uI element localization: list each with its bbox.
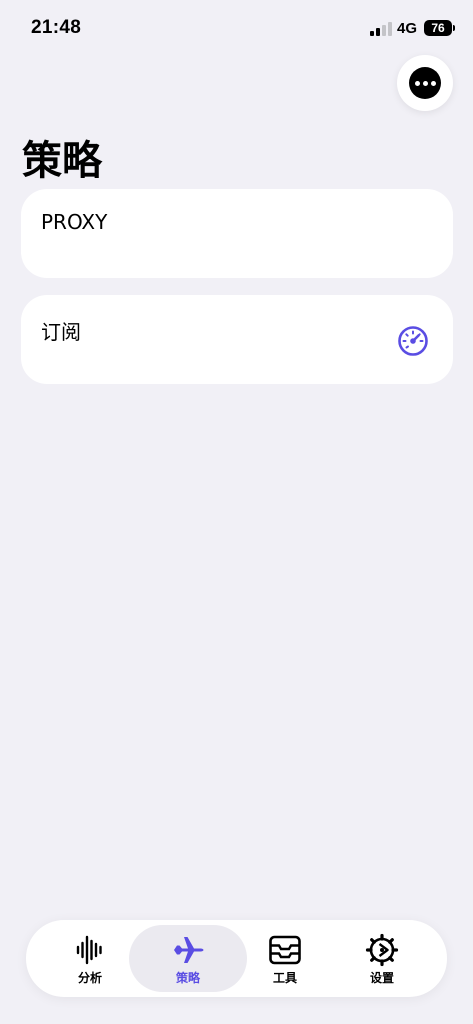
- cellular-signal-icon: [370, 22, 392, 36]
- ellipsis-circle-icon: [409, 67, 441, 99]
- gear-icon: [365, 933, 399, 967]
- network-type: 4G: [397, 20, 418, 37]
- tab-strategy-label: 策略: [175, 971, 200, 985]
- tab-settings[interactable]: 设置: [332, 920, 432, 997]
- subscription-card-label: 订阅: [41, 320, 81, 344]
- battery-icon: 76: [424, 20, 455, 36]
- tray-icon: [269, 935, 301, 965]
- proxy-card[interactable]: PROXY: [21, 189, 453, 278]
- tab-strategy[interactable]: 策略: [138, 920, 238, 997]
- subscription-card[interactable]: 订阅: [21, 295, 453, 384]
- page-title: 策略: [22, 138, 102, 184]
- status-bar: 21:48 4G 76: [0, 0, 473, 54]
- airplane-icon: [174, 937, 204, 963]
- tab-analysis[interactable]: 分析: [40, 920, 140, 997]
- speedometer-icon[interactable]: [397, 325, 429, 357]
- status-time: 21:48: [31, 17, 82, 38]
- more-button[interactable]: [397, 55, 453, 111]
- waveform-icon: [76, 935, 102, 965]
- tab-tools-label: 工具: [272, 971, 297, 985]
- tab-analysis-label: 分析: [77, 971, 102, 985]
- proxy-card-label: PROXY: [41, 210, 108, 234]
- tab-settings-label: 设置: [369, 971, 394, 985]
- tab-bar: 分析 策略 工具 设置: [26, 920, 447, 997]
- tab-tools[interactable]: 工具: [235, 920, 335, 997]
